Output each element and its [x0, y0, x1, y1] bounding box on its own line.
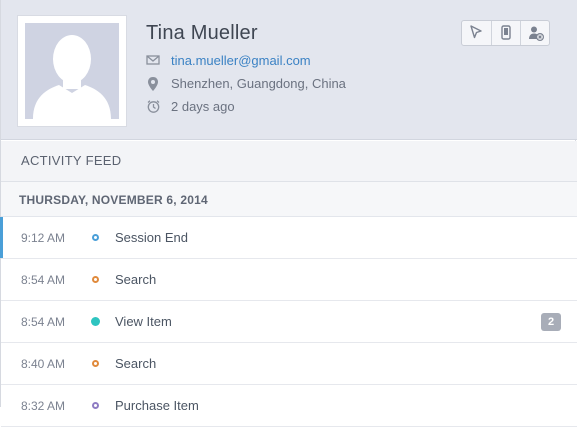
device-button[interactable]: [491, 21, 521, 45]
map-pin-icon: [146, 76, 162, 92]
location-text: Shenzhen, Guangdong, China: [171, 76, 346, 91]
profile-toolbar: [461, 20, 550, 46]
activity-time: 8:40 AM: [21, 357, 66, 371]
date-group-header: THURSDAY, NOVEMBER 6, 2014: [1, 182, 577, 217]
activity-time: 9:12 AM: [21, 231, 66, 245]
activity-label[interactable]: View Item: [115, 314, 172, 329]
activity-label[interactable]: Search: [115, 356, 156, 371]
activity-label[interactable]: Search: [115, 272, 156, 287]
avatar[interactable]: [18, 16, 126, 126]
date-group-label: THURSDAY, NOVEMBER 6, 2014: [19, 193, 208, 207]
activity-row[interactable]: 9:12 AM Session End: [0, 217, 577, 259]
activity-panel: Tina Mueller tina.mueller@gmail.com Shen…: [0, 0, 577, 427]
remove-user-button[interactable]: [520, 21, 550, 45]
activity-feed-header: ACTIVITY FEED: [1, 141, 577, 182]
activity-row[interactable]: 8:54 AM Search: [1, 259, 577, 301]
alarm-clock-icon: [146, 99, 162, 115]
phone-icon: [501, 25, 511, 40]
cursor-icon: [470, 25, 482, 39]
person-silhouette-icon: [33, 35, 111, 119]
activity-time: 8:54 AM: [21, 273, 66, 287]
select-button[interactable]: [462, 21, 491, 45]
activity-count-badge: 2: [541, 313, 561, 331]
activity-type-dot-icon: [92, 402, 99, 409]
email-link[interactable]: tina.mueller@gmail.com: [171, 52, 311, 70]
activity-feed-title: ACTIVITY FEED: [21, 153, 122, 168]
last-seen-text: 2 days ago: [171, 99, 235, 114]
activity-row[interactable]: 8:40 AM Search: [1, 343, 577, 385]
activity-type-dot-icon: [92, 276, 99, 283]
activity-type-dot-icon: [91, 317, 100, 326]
remove-user-icon: [529, 26, 544, 41]
activity-list: 9:12 AM Session End 8:54 AM Search 8:54 AM Vi…: [0, 217, 577, 427]
profile-name: Tina Mueller: [146, 22, 258, 44]
activity-type-dot-icon: [92, 234, 99, 241]
activity-label[interactable]: Session End: [115, 230, 188, 245]
envelope-icon: [146, 53, 162, 69]
activity-type-dot-icon: [92, 360, 99, 367]
profile-header: Tina Mueller tina.mueller@gmail.com Shen…: [1, 0, 577, 140]
activity-row[interactable]: 8:54 AM View Item 2: [1, 301, 577, 343]
activity-time: 8:54 AM: [21, 315, 66, 329]
avatar-placeholder: [25, 23, 119, 119]
activity-row[interactable]: 8:32 AM Purchase Item: [1, 385, 577, 427]
activity-time: 8:32 AM: [21, 399, 66, 413]
activity-label[interactable]: Purchase Item: [115, 398, 199, 413]
